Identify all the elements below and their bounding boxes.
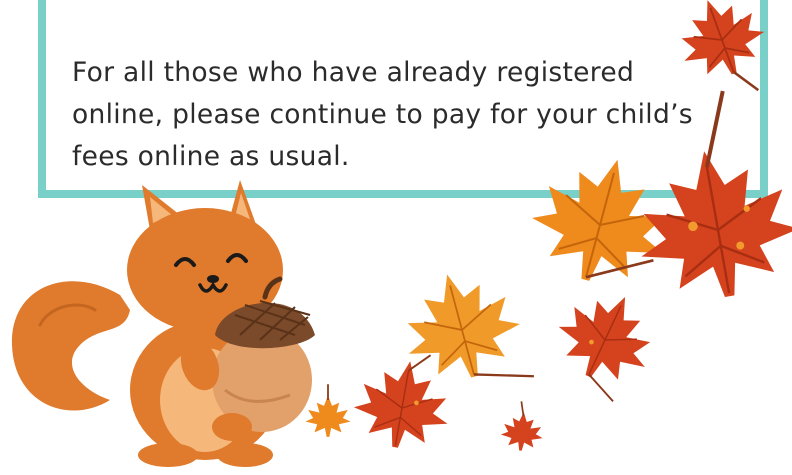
maple-leaf-icon <box>499 401 545 453</box>
maple-leaf-icon <box>545 276 669 403</box>
maple-leaf-icon <box>667 0 775 92</box>
maple-leaf-icon <box>625 90 792 311</box>
squirrel-illustration <box>11 180 315 467</box>
